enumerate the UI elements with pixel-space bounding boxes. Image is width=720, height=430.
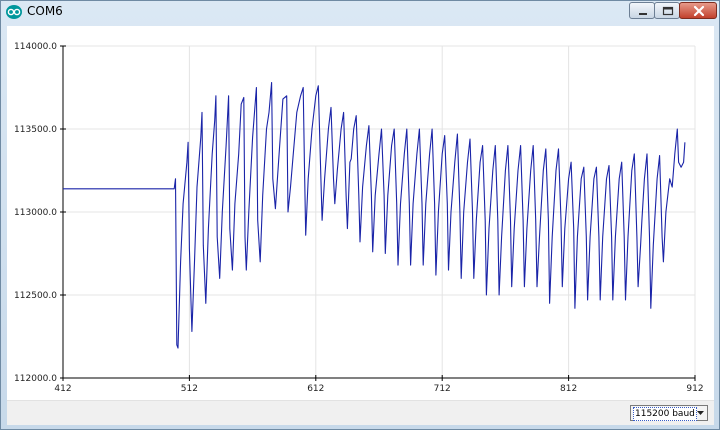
arduino-logo-icon: [6, 5, 22, 19]
close-button[interactable]: [679, 2, 717, 19]
x-tick-label: 712: [434, 384, 451, 394]
minimize-button[interactable]: [629, 2, 655, 19]
maximize-button[interactable]: [654, 2, 680, 19]
y-tick-label: 114000.0: [14, 42, 57, 52]
baud-rate-select[interactable]: 115200 baud: [630, 405, 708, 421]
line-chart: 112000.0 112500.0 113000.0 113500.0 114000.0…: [14, 42, 704, 394]
status-bar: 115200 baud: [7, 400, 714, 425]
x-tick-label: 412: [54, 384, 71, 394]
window-title: COM6: [27, 4, 63, 18]
x-tick-label: 612: [307, 384, 324, 394]
plotter-area: 112000.0 112500.0 113000.0 113500.0 114000.0…: [7, 26, 714, 425]
data-series-line: [63, 81, 686, 349]
title-bar[interactable]: COM6: [1, 1, 719, 23]
close-icon: [693, 5, 705, 17]
y-tick-label: 112500.0: [14, 291, 57, 301]
chevron-down-icon: [697, 411, 704, 415]
x-tick-label: 812: [560, 384, 577, 394]
serial-plotter-window: COM6 112000.0 112500.0 113000.0 113500.0 114…: [0, 0, 720, 430]
baud-rate-value: 115200 baud: [633, 407, 697, 421]
maximize-icon: [662, 6, 674, 16]
minimize-icon: [639, 13, 647, 15]
x-tick-label: 912: [686, 384, 703, 394]
y-tick-label: 112000.0: [14, 374, 57, 384]
y-tick-label: 113500.0: [14, 125, 57, 135]
x-tick-label: 512: [181, 384, 198, 394]
y-tick-label: 113000.0: [14, 208, 57, 218]
